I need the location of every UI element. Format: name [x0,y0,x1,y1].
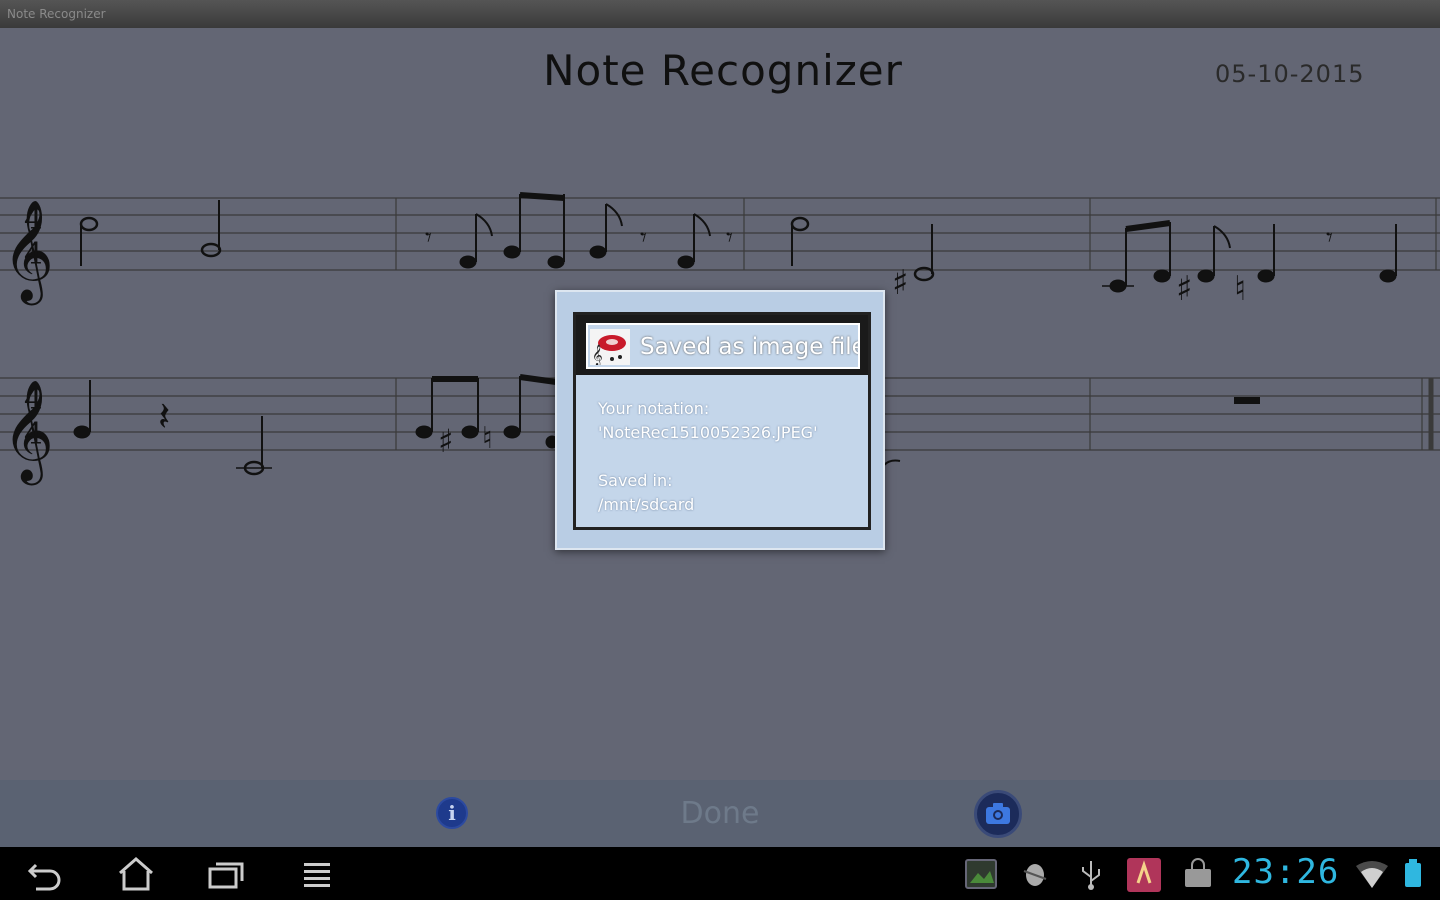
dialog-header: 𝄞 Saved as image file [576,315,868,375]
time-signature-bottom-1: 4 [24,237,43,272]
notation-label: Your notation: [598,399,710,418]
dialog-title: Saved as image file [640,334,860,360]
svg-text:𝄞: 𝄞 [592,345,603,365]
store-icon[interactable] [1182,857,1214,895]
saved-location-path: /mnt/sdcard [598,495,695,514]
menu-icon[interactable] [296,855,340,893]
svg-text:♯: ♯ [1176,269,1192,309]
gallery-notification-icon[interactable] [964,857,998,895]
saved-location-label: Saved in: [598,471,673,490]
battery-icon [1402,858,1424,894]
svg-text:♯: ♯ [438,422,453,460]
done-button[interactable]: Done [640,794,800,834]
save-dialog: 𝄞 Saved as image file Your notation: 'No… [555,290,885,550]
app-logo-icon: 𝄞 [590,329,630,366]
svg-text:♯: ♯ [892,263,908,303]
dialog-message: Your notation: 'NoteRec1510052326.JPEG' … [598,397,817,517]
wifi-icon [1354,860,1390,894]
home-icon[interactable] [114,855,158,893]
window-titlebar: Note Recognizer [0,0,1440,28]
system-clock: 23:26 [1232,852,1340,892]
android-debug-icon[interactable] [1020,857,1050,895]
svg-text:𝄾: 𝄾 [640,223,647,253]
info-icon[interactable]: i [436,797,468,829]
app-notification-icon[interactable] [1126,857,1162,897]
back-icon[interactable] [24,855,68,893]
time-signature-top-1: 4 [24,202,43,237]
svg-text:𝄾: 𝄾 [425,223,432,253]
svg-text:𝄽: 𝄽 [158,394,170,440]
svg-text:𝄾: 𝄾 [1326,223,1333,253]
time-signature-top-2: 4 [24,382,43,417]
camera-icon[interactable] [974,790,1022,838]
clef-and-meter: 𝄞 4 4 𝄞 4 4 [2,198,54,486]
window-title: Note Recognizer [7,7,106,21]
svg-text:♮: ♮ [1234,269,1246,309]
recent-apps-icon[interactable] [204,855,248,893]
svg-text:♮: ♮ [482,421,493,456]
notation-filename: 'NoteRec1510052326.JPEG' [598,423,818,442]
usb-icon[interactable] [1076,857,1106,895]
dialog-panel: 𝄞 Saved as image file Your notation: 'No… [573,312,871,530]
time-signature-bottom-2: 4 [24,417,43,452]
svg-text:𝄾: 𝄾 [726,223,733,253]
